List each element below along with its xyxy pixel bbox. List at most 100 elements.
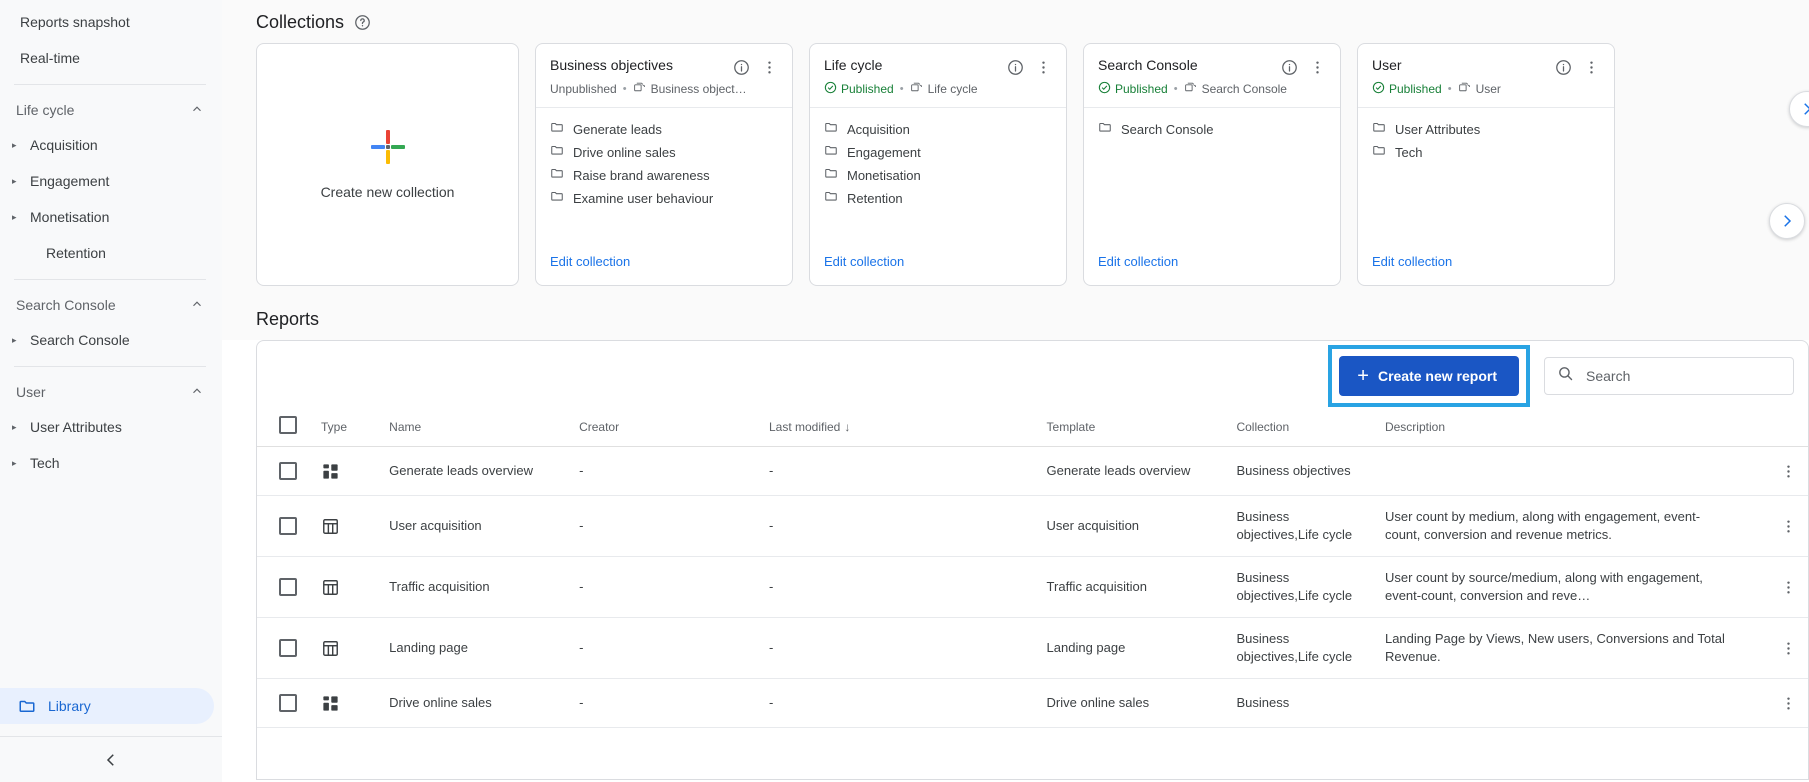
sidebar-item-search-console[interactable]: ▸ Search Console xyxy=(0,322,214,358)
row-checkbox[interactable] xyxy=(279,639,297,657)
sidebar-item-engagement[interactable]: ▸ Engagement xyxy=(0,163,214,199)
row-name-cell[interactable]: Landing page xyxy=(381,617,572,679)
create-new-report-button[interactable]: + Create new report xyxy=(1339,355,1519,396)
sidebar-item-acquisition[interactable]: ▸ Acquisition xyxy=(0,127,214,163)
edit-collection-link[interactable]: Edit collection xyxy=(1372,254,1452,269)
row-name-cell[interactable]: Traffic acquisition xyxy=(381,556,572,618)
sidebar-group-search-console[interactable]: Search Console xyxy=(0,288,222,322)
check-circle-icon xyxy=(1098,81,1111,97)
sidebar-divider-3 xyxy=(14,366,206,367)
scroll-right-button[interactable] xyxy=(1769,203,1805,239)
row-description-cell: User count by medium, along with engagem… xyxy=(1376,495,1743,557)
select-all-checkbox[interactable] xyxy=(279,416,297,434)
sidebar-group-life-cycle[interactable]: Life cycle xyxy=(0,93,222,127)
info-icon[interactable] xyxy=(730,56,752,78)
topic-item[interactable]: Monetisation xyxy=(824,166,1052,185)
edit-collection-link[interactable]: Edit collection xyxy=(550,254,630,269)
more-options-icon[interactable] xyxy=(1776,459,1800,483)
reports-search-box[interactable] xyxy=(1544,356,1794,395)
collection-cards-row: Create new collection Business objective… xyxy=(256,43,1809,288)
topic-item[interactable]: Acquisition xyxy=(824,120,1052,139)
topic-item[interactable]: Tech xyxy=(1372,143,1600,162)
topic-item[interactable]: Search Console xyxy=(1098,120,1326,139)
edit-collection-link[interactable]: Edit collection xyxy=(1098,254,1178,269)
chevron-up-icon[interactable] xyxy=(190,102,204,119)
link-collection-icon xyxy=(1458,81,1471,97)
more-options-icon[interactable] xyxy=(1032,56,1054,78)
chevron-up-icon[interactable] xyxy=(190,297,204,314)
more-options-icon[interactable] xyxy=(1776,575,1800,599)
collection-card-life-cycle[interactable]: Life cycle Published • Life cycle Acquis… xyxy=(809,43,1067,286)
sidebar-item-label: Reports snapshot xyxy=(20,14,130,30)
row-checkbox[interactable] xyxy=(279,578,297,596)
card-header: User Published • User xyxy=(1358,44,1614,108)
more-options-icon[interactable] xyxy=(1580,56,1602,78)
column-header-template[interactable]: Template xyxy=(1038,410,1229,447)
info-icon[interactable] xyxy=(1278,56,1300,78)
separator-dot: • xyxy=(899,83,904,95)
table-row[interactable]: Traffic acquisition - - Traffic acquisit… xyxy=(257,556,1808,618)
topic-item[interactable]: Generate leads xyxy=(550,120,778,139)
expand-triangle-icon: ▸ xyxy=(12,421,17,432)
select-all-header xyxy=(257,410,313,447)
collection-card-search-console[interactable]: Search Console Published • Search Consol… xyxy=(1083,43,1341,286)
create-new-collection-card[interactable]: Create new collection xyxy=(256,43,519,286)
expand-triangle-icon: ▸ xyxy=(12,175,17,186)
sidebar-item-library[interactable]: Library xyxy=(0,688,214,724)
column-header-collection[interactable]: Collection xyxy=(1228,410,1377,447)
collection-card-user[interactable]: User Published • User User Attributes Te… xyxy=(1357,43,1615,286)
sidebar-item-label: Engagement xyxy=(30,173,110,189)
table-row[interactable]: User acquisition - - User acquisition Bu… xyxy=(257,495,1808,557)
column-header-description[interactable]: Description xyxy=(1376,410,1743,447)
topic-item[interactable]: Engagement xyxy=(824,143,1052,162)
column-header-last-modified[interactable]: Last modified ↓ xyxy=(760,410,1039,447)
sidebar-item-reports-snapshot[interactable]: Reports snapshot xyxy=(0,4,214,40)
row-name-cell[interactable]: Generate leads overview xyxy=(381,446,572,496)
help-circle-icon[interactable] xyxy=(354,14,371,31)
row-checkbox[interactable] xyxy=(279,517,297,535)
sidebar-item-retention[interactable]: Retention xyxy=(0,235,214,271)
highlight-annotation: + Create new report xyxy=(1328,344,1530,407)
folder-icon xyxy=(550,120,564,139)
topic-label: User Attributes xyxy=(1395,121,1481,137)
column-header-creator[interactable]: Creator xyxy=(571,410,761,447)
collection-card-business-objectives[interactable]: Business objectives Unpublished • Busine… xyxy=(535,43,793,286)
more-options-icon[interactable] xyxy=(1776,691,1800,715)
topic-item[interactable]: Examine user behaviour xyxy=(550,189,778,208)
column-header-name[interactable]: Name xyxy=(381,410,572,447)
topic-label: Drive online sales xyxy=(573,144,676,160)
edit-collection-link[interactable]: Edit collection xyxy=(824,254,904,269)
sidebar-item-real-time[interactable]: Real-time xyxy=(0,40,214,76)
sidebar-item-monetisation[interactable]: ▸ Monetisation xyxy=(0,199,214,235)
more-options-icon[interactable] xyxy=(758,56,780,78)
sidebar-item-user-attributes[interactable]: ▸ User Attributes xyxy=(0,409,214,445)
row-checkbox[interactable] xyxy=(279,462,297,480)
column-header-type[interactable]: Type xyxy=(313,410,382,447)
chevron-up-icon[interactable] xyxy=(190,384,204,401)
row-checkbox[interactable] xyxy=(279,694,297,712)
topic-label: Raise brand awareness xyxy=(573,167,710,183)
topic-item[interactable]: Raise brand awareness xyxy=(550,166,778,185)
sidebar-item-tech[interactable]: ▸ Tech xyxy=(0,445,214,481)
sidebar-item-label: User Attributes xyxy=(30,419,122,435)
table-row[interactable]: Generate leads overview - - Generate lea… xyxy=(257,446,1808,496)
more-options-icon[interactable] xyxy=(1776,514,1800,538)
table-row[interactable]: Landing page - - Landing page Business o… xyxy=(257,617,1808,679)
folder-icon xyxy=(18,697,36,715)
topic-item[interactable]: Drive online sales xyxy=(550,143,778,162)
topic-item[interactable]: User Attributes xyxy=(1372,120,1600,139)
more-options-icon[interactable] xyxy=(1306,56,1328,78)
topic-item[interactable]: Retention xyxy=(824,189,1052,208)
table-row[interactable]: Drive online sales - - Drive online sale… xyxy=(257,678,1808,728)
sidebar-group-user[interactable]: User xyxy=(0,375,222,409)
more-options-icon[interactable] xyxy=(1776,636,1800,660)
row-name-cell[interactable]: Drive online sales xyxy=(381,678,572,728)
search-input[interactable] xyxy=(1586,367,1781,384)
status-badge: Published xyxy=(824,81,894,97)
row-name-cell[interactable]: User acquisition xyxy=(381,495,572,557)
info-icon[interactable] xyxy=(1552,56,1574,78)
chevron-left-icon[interactable] xyxy=(96,745,126,775)
card-source: Life cycle xyxy=(910,81,978,97)
sidebar-group-label: Life cycle xyxy=(16,102,75,118)
info-icon[interactable] xyxy=(1004,56,1026,78)
